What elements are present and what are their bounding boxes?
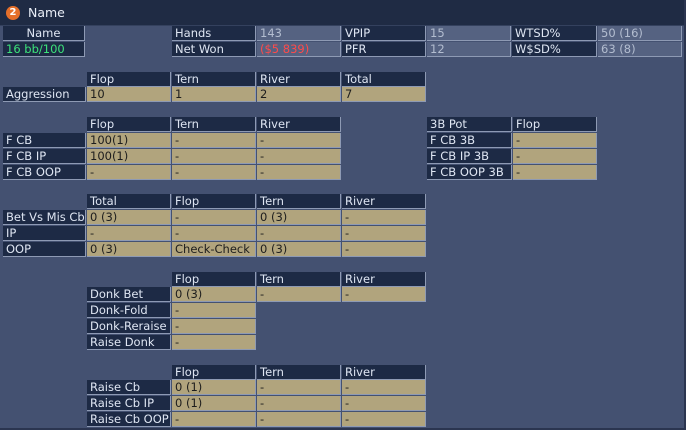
betvs-cell: - (342, 242, 426, 257)
raisecb-header-river: River (342, 365, 426, 380)
name-header: Name (3, 26, 85, 41)
donk-header-tern: Tern (257, 272, 341, 287)
raisecb-cell: 0 (1) (172, 380, 256, 395)
threebet-row-label: F CB IP 3B (427, 149, 512, 164)
threebet-row-label: F CB 3B (427, 133, 512, 148)
fcb-row-label: F CB (3, 133, 86, 148)
donk-cell: - (342, 287, 426, 302)
pfr-label: PFR (342, 42, 426, 57)
raisecb-cell: - (342, 396, 426, 411)
fcb-cell: 100(1) (87, 133, 171, 148)
raisecb-cell: - (342, 412, 426, 427)
aggression-label: Aggression (3, 87, 86, 102)
aggr-flop-value: 10 (87, 87, 171, 102)
hands-value: 143 (257, 26, 341, 41)
betvs-row-label: IP (3, 226, 86, 241)
donk-cell: - (172, 303, 256, 318)
aggr-river-value: 2 (257, 87, 341, 102)
betvs-header-tern: Tern (257, 194, 341, 209)
fcb-header-river: River (257, 117, 341, 132)
donk-cell: - (257, 287, 341, 302)
vpip-value: 15 (427, 26, 511, 41)
raisecb-cell: - (342, 380, 426, 395)
wtsd-value: 50 (16) (598, 26, 682, 41)
bb100-value: 16 bb/100 (3, 42, 85, 57)
fcb-cell: - (172, 165, 256, 180)
donk-row-label: Donk Bet (87, 287, 171, 302)
fcb-cell: - (172, 133, 256, 148)
threebet-cell: - (513, 149, 597, 164)
raisecb-header-flop: Flop (172, 365, 256, 380)
threebet-header-flop: Flop (513, 117, 597, 132)
fcb-header-flop: Flop (87, 117, 171, 132)
donk-cell: 0 (3) (172, 287, 256, 302)
threebet-cell: - (513, 165, 597, 180)
pfr-value: 12 (427, 42, 511, 57)
aggr-header-river: River (257, 72, 341, 87)
stats-grid: Name 16 bb/100 Hands 143 Net Won ($5 839… (0, 0, 686, 430)
donk-row-label: Donk-Reraise (87, 319, 171, 334)
betvs-cell: 0 (3) (257, 210, 341, 225)
donk-row-label: Raise Donk (87, 335, 171, 350)
raisecb-row-label: Raise Cb IP (87, 396, 171, 411)
fcb-cell: - (257, 149, 341, 164)
aggr-tern-value: 1 (172, 87, 256, 102)
donk-cell: - (172, 335, 256, 350)
betvs-row-label: Bet Vs Mis Cb (3, 210, 86, 225)
betvs-cell: - (342, 210, 426, 225)
fcb-header-tern: Tern (172, 117, 256, 132)
raisecb-row-label: Raise Cb OOP (87, 412, 171, 427)
aggr-header-flop: Flop (87, 72, 171, 87)
raisecb-row-label: Raise Cb (87, 380, 171, 395)
betvs-cell: - (257, 226, 341, 241)
betvs-cell: - (342, 226, 426, 241)
threebet-header-pot: 3B Pot (427, 117, 512, 132)
fcb-cell: - (257, 165, 341, 180)
betvs-header-flop: Flop (172, 194, 256, 209)
raisecb-cell: - (257, 396, 341, 411)
betvs-header-river: River (342, 194, 426, 209)
threebet-row-label: F CB OOP 3B (427, 165, 512, 180)
netwon-value: ($5 839) (257, 42, 341, 57)
betvs-header-total: Total (87, 194, 171, 209)
threebet-cell: - (513, 133, 597, 148)
raisecb-cell: 0 (1) (172, 396, 256, 411)
raisecb-cell: - (257, 380, 341, 395)
betvs-cell: 0 (3) (87, 210, 171, 225)
fcb-cell: - (87, 165, 171, 180)
fcb-cell: 100(1) (87, 149, 171, 164)
netwon-label: Net Won (172, 42, 256, 57)
betvs-cell: 0 (3) (87, 242, 171, 257)
vpip-label: VPIP (342, 26, 426, 41)
raisecb-cell: - (172, 412, 256, 427)
betvs-cell: Check-Check (172, 242, 256, 257)
fcb-cell: - (257, 133, 341, 148)
donk-header-river: River (342, 272, 426, 287)
raisecb-cell: - (257, 412, 341, 427)
aggr-header-total: Total (342, 72, 426, 87)
hands-label: Hands (172, 26, 256, 41)
aggr-header-tern: Tern (172, 72, 256, 87)
betvs-cell: - (87, 226, 171, 241)
wtsd-label: WTSD% (512, 26, 597, 41)
donk-row-label: Donk-Fold (87, 303, 171, 318)
betvs-row-label: OOP (3, 242, 86, 257)
raisecb-header-tern: Tern (257, 365, 341, 380)
donk-cell: - (172, 319, 256, 334)
betvs-cell: - (172, 210, 256, 225)
wsd-label: W$SD% (512, 42, 597, 57)
betvs-cell: 0 (3) (257, 242, 341, 257)
fcb-row-label: F CB OOP (3, 165, 86, 180)
fcb-row-label: F CB IP (3, 149, 86, 164)
aggr-total-value: 7 (342, 87, 426, 102)
donk-header-flop: Flop (172, 272, 256, 287)
betvs-cell: - (172, 226, 256, 241)
fcb-cell: - (172, 149, 256, 164)
wsd-value: 63 (8) (598, 42, 682, 57)
